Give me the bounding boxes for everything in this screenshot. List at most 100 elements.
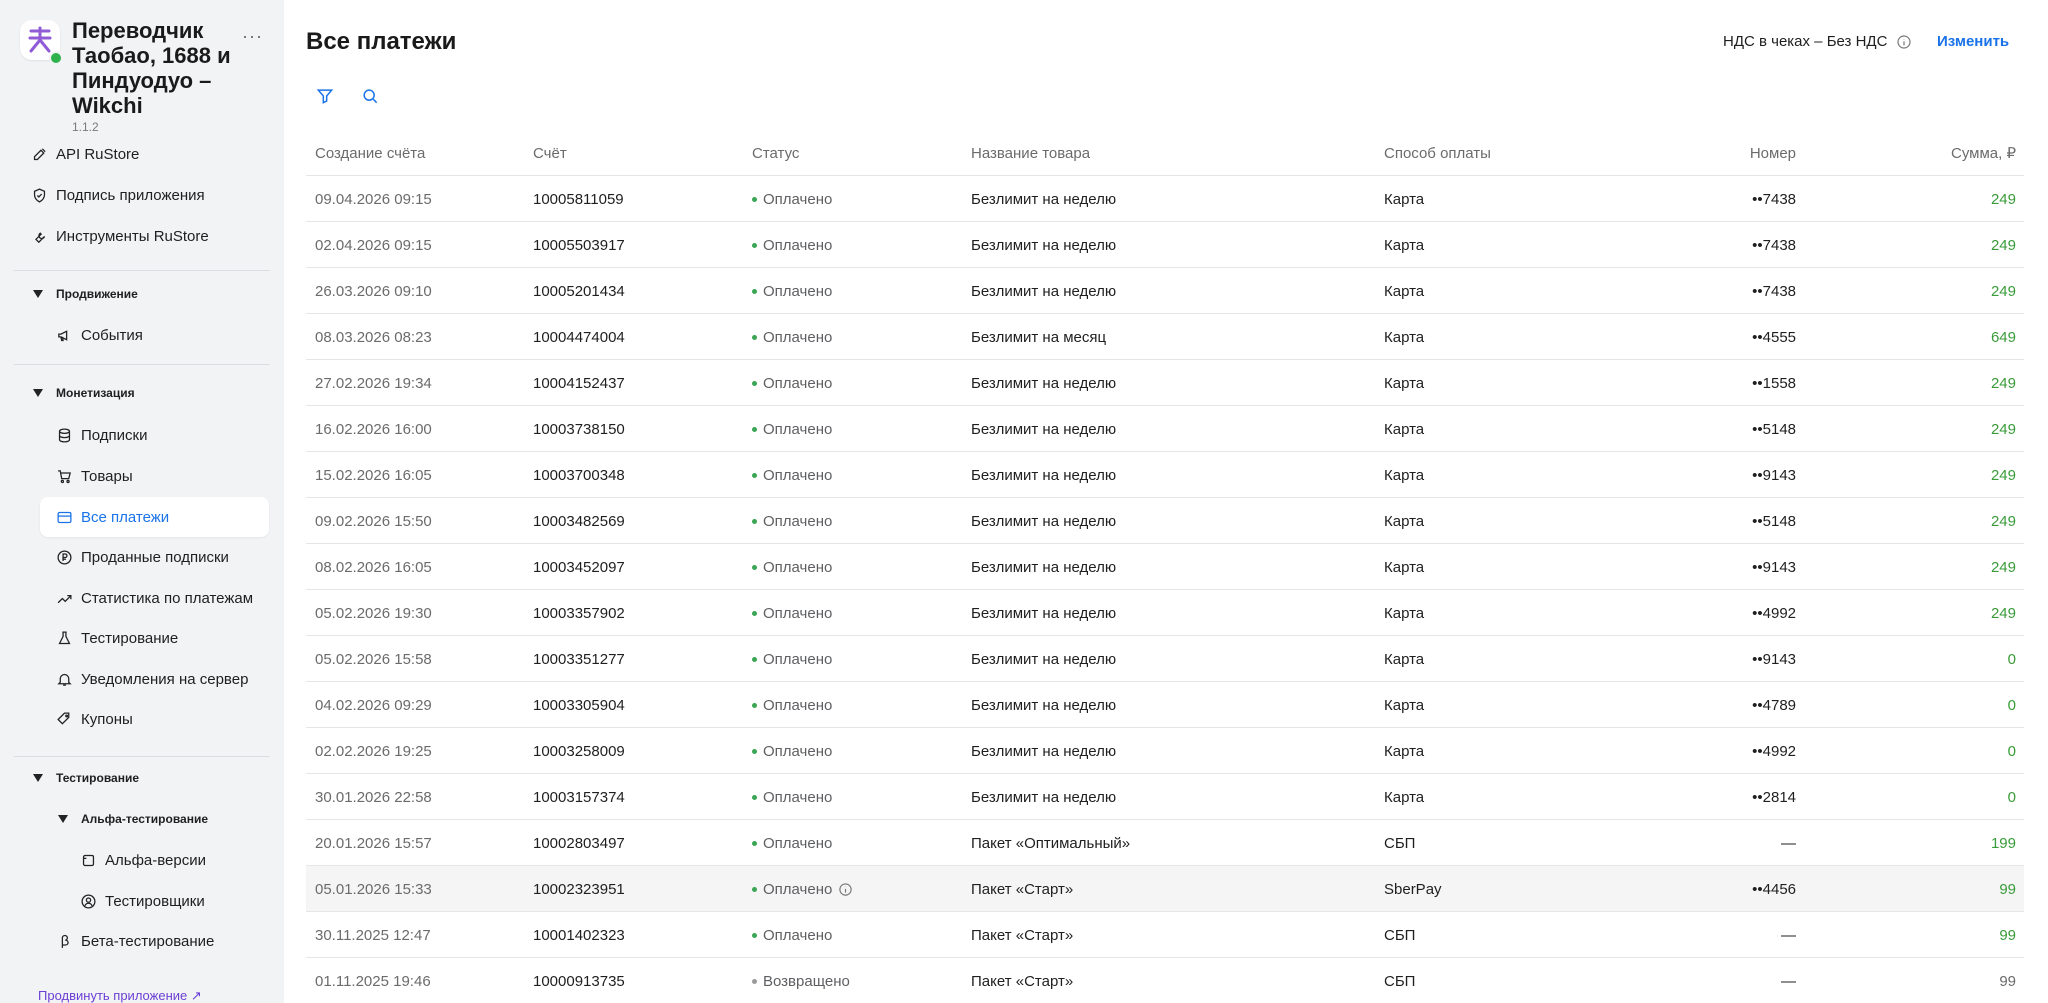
section-alpha-testing[interactable]: Альфа-тестирование <box>58 807 208 831</box>
sidebar-item-api-rustore[interactable]: API RuStore <box>31 137 139 171</box>
table-row[interactable]: 20.01.2026 15:57 10002803497 Оплачено Пакет… <box>306 820 2024 866</box>
cell-card-number: — <box>1781 834 1796 852</box>
table-row[interactable]: 05.02.2026 19:30 10003357902 Оплачено Безли… <box>306 590 2024 636</box>
cell-card-number: ••5148 <box>1752 420 1796 438</box>
cell-invoice: 10001402323 <box>533 926 625 944</box>
section-monetization[interactable]: Монетизация <box>33 381 135 405</box>
sidebar-item-label: Уведомления на сервер <box>81 670 249 688</box>
change-vat-button[interactable]: Изменить <box>1937 33 2009 50</box>
status-text: Оплачено <box>763 742 833 760</box>
section-testing[interactable]: Тестирование <box>33 766 139 790</box>
table-row[interactable]: 01.11.2025 19:46 10000913735 Возвращено Пак… <box>306 958 2024 1003</box>
status-text: Оплачено <box>763 558 833 576</box>
cell-card-number: ••4992 <box>1752 742 1796 760</box>
promote-app-link[interactable]: Продвинуть приложение ↗ <box>38 988 202 1003</box>
cell-product: Безлимит на неделю <box>971 420 1117 438</box>
app-version: 1.1.2 <box>72 120 99 134</box>
table-row[interactable]: 16.02.2026 16:00 10003738150 Оплачено Безли… <box>306 406 2024 452</box>
info-icon[interactable] <box>1896 34 1912 50</box>
sidebar-item-products[interactable]: Товары <box>56 459 133 493</box>
more-options-button[interactable]: ··· <box>242 26 263 47</box>
column-header-number[interactable]: Номер <box>1750 130 1796 176</box>
cell-product: Безлимит на неделю <box>971 466 1117 484</box>
cell-sum: 249 <box>1990 604 2016 622</box>
column-header-status[interactable]: Статус <box>752 130 799 176</box>
cell-status: Оплачено <box>752 728 832 774</box>
database-icon <box>58 427 71 443</box>
megaphone-icon <box>58 329 68 341</box>
status-dot <box>752 380 757 386</box>
table-row[interactable]: 27.02.2026 19:34 10004152437 Оплачено Безли… <box>306 360 2024 406</box>
status-text: Оплачено <box>763 696 833 714</box>
sidebar-item-alpha-versions[interactable]: Альфа-версии <box>80 843 206 877</box>
column-header-sum[interactable]: Сумма, ₽ <box>1951 130 2016 176</box>
column-header-payment[interactable]: Способ оплаты <box>1384 130 1491 176</box>
sidebar-item-label: Инструменты RuStore <box>56 227 209 245</box>
chevron-down-icon <box>33 290 43 298</box>
table-row[interactable]: 08.02.2026 16:05 10003452097 Оплачено Безли… <box>306 544 2024 590</box>
chevron-down-icon <box>33 389 43 397</box>
section-promotion[interactable]: Продвижение <box>33 282 138 306</box>
sidebar-item-testers[interactable]: Тестировщики <box>80 884 205 918</box>
cell-payment-method: Карта <box>1384 282 1425 300</box>
column-header-date[interactable]: Создание счёта <box>315 130 425 176</box>
filter-icon[interactable] <box>315 86 335 106</box>
sidebar-item-rustore-tools[interactable]: Инструменты RuStore <box>31 219 209 253</box>
status-text: Оплачено <box>763 926 833 944</box>
search-icon[interactable] <box>360 86 380 106</box>
cell-status: Оплачено <box>752 176 832 222</box>
table-row[interactable]: 05.02.2026 15:58 10003351277 Оплачено Безли… <box>306 636 2024 682</box>
table-row[interactable]: 30.01.2026 22:58 10003157374 Оплачено Безли… <box>306 774 2024 820</box>
table-row[interactable]: 09.04.2026 09:15 10005811059 Оплачено Безли… <box>306 176 2024 222</box>
cell-sum: 0 <box>2007 650 2016 668</box>
vat-label: НДС в чеках – Без НДС <box>1723 33 1888 50</box>
status-text: Оплачено <box>763 834 833 852</box>
cell-card-number: ••9143 <box>1752 466 1796 484</box>
sidebar-item-payment-stats[interactable]: Статистика по платежам <box>56 581 253 615</box>
cell-product: Безлимит на неделю <box>971 190 1117 208</box>
cell-card-number: — <box>1781 972 1796 990</box>
sidebar-item-app-signature[interactable]: Подпись приложения <box>31 178 205 212</box>
sidebar-item-sold-subscriptions[interactable]: Проданные подписки <box>56 540 229 574</box>
table-row[interactable]: 05.01.2026 15:33 10002323951 Оплачено Пакет… <box>306 866 2024 912</box>
table-row[interactable]: 15.02.2026 16:05 10003700348 Оплачено Безли… <box>306 452 2024 498</box>
version-icon <box>82 854 95 866</box>
cell-invoice: 10003157374 <box>533 788 625 806</box>
chevron-down-icon <box>33 774 43 782</box>
cell-date: 26.03.2026 09:10 <box>315 282 432 300</box>
table-row[interactable]: 02.04.2026 09:15 10005503917 Оплачено Безли… <box>306 222 2024 268</box>
table-row[interactable]: 08.03.2026 08:23 10004474004 Оплачено Безли… <box>306 314 2024 360</box>
info-icon[interactable] <box>838 882 853 897</box>
sidebar-item-label: Бета-тестирование <box>81 932 215 950</box>
status-dot <box>752 564 757 570</box>
sidebar-item-subscriptions[interactable]: Подписки <box>56 418 148 452</box>
status-text: Оплачено <box>763 650 833 668</box>
cell-product: Безлимит на неделю <box>971 512 1117 530</box>
section-title: Продвижение <box>56 287 138 301</box>
sidebar-item-server-notifications[interactable]: Уведомления на сервер <box>56 662 248 696</box>
status-dot <box>752 978 757 984</box>
sidebar-item-events[interactable]: События <box>56 318 143 352</box>
cell-card-number: ••4456 <box>1752 880 1796 898</box>
cell-invoice: 10003452097 <box>533 558 625 576</box>
cell-date: 27.02.2026 19:34 <box>315 374 432 392</box>
table-row[interactable]: 02.02.2026 19:25 10003258009 Оплачено Безли… <box>306 728 2024 774</box>
table-row[interactable]: 30.11.2025 12:47 10001402323 Оплачено Пакет… <box>306 912 2024 958</box>
cell-payment-method: Карта <box>1384 328 1425 346</box>
table-row[interactable]: 09.02.2026 15:50 10003482569 Оплачено Безли… <box>306 498 2024 544</box>
table-row[interactable]: 26.03.2026 09:10 10005201434 Оплачено Безли… <box>306 268 2024 314</box>
sidebar-divider <box>14 270 270 271</box>
sidebar-item-coupons[interactable]: Купоны <box>56 702 133 736</box>
table-row[interactable]: 04.02.2026 09:29 10003305904 Оплачено Безли… <box>306 682 2024 728</box>
column-header-invoice[interactable]: Счёт <box>533 130 567 176</box>
sidebar-item-testing[interactable]: Тестирование <box>56 621 178 655</box>
cell-payment-method: Карта <box>1384 650 1425 668</box>
cell-sum: 199 <box>1990 834 2016 852</box>
cell-invoice: 10004474004 <box>533 328 625 346</box>
cell-sum: 99 <box>1999 926 2016 944</box>
cell-date: 08.02.2026 16:05 <box>315 558 432 576</box>
sidebar-item-beta-testing[interactable]: Бета-тестирование <box>56 924 214 958</box>
column-header-product[interactable]: Название товара <box>971 130 1090 176</box>
status-text: Оплачено <box>763 880 833 898</box>
sidebar-item-all-payments[interactable]: Все платежи <box>56 500 169 534</box>
